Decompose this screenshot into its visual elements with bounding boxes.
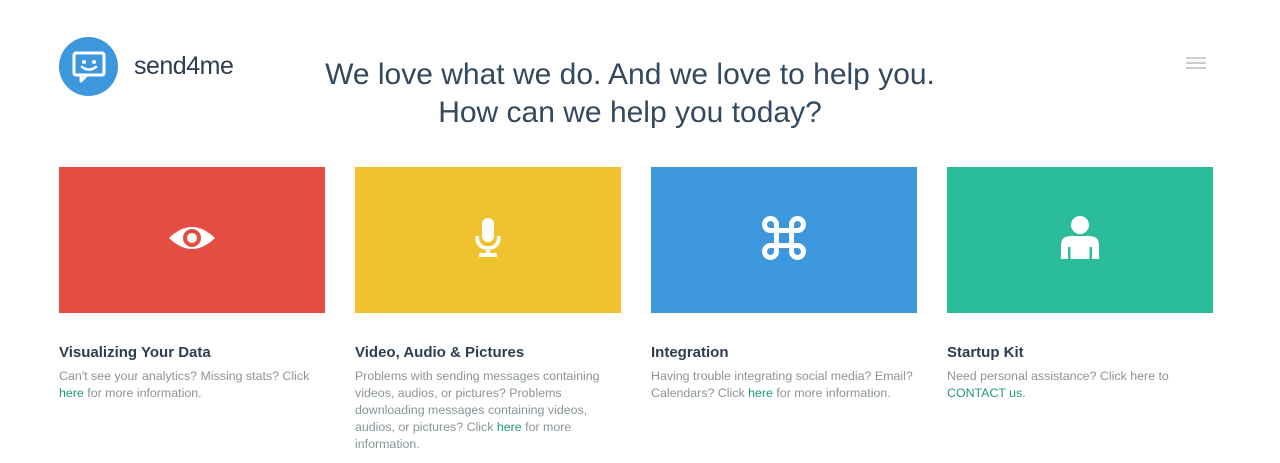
tile-startup-kit[interactable]	[947, 167, 1213, 313]
tile-integration[interactable]	[651, 167, 917, 313]
card-integration: Integration Having trouble integrating s…	[651, 167, 917, 402]
card-startup-kit: Startup Kit Need personal assistance? Cl…	[947, 167, 1213, 402]
chat-bubble-icon	[59, 37, 118, 96]
brand-logo-link[interactable]: send4me	[59, 37, 234, 96]
card-title: Visualizing Your Data	[59, 344, 211, 361]
card-title: Video, Audio & Pictures	[355, 344, 525, 361]
card-link[interactable]: here	[497, 420, 522, 434]
card-title: Integration	[651, 344, 729, 361]
card-description: Need personal assistance? Click here to …	[947, 369, 1169, 400]
card-visualizing-data: Visualizing Your Data Can't see your ana…	[59, 167, 325, 402]
card-title: Startup Kit	[947, 344, 1024, 361]
card-link[interactable]: CONTACT us.	[947, 386, 1026, 400]
brand-name: send4me	[134, 52, 234, 80]
microphone-icon	[473, 217, 503, 264]
headline-line-2: How can we help you today?	[438, 96, 822, 130]
command-key-icon	[761, 215, 807, 266]
tile-visualizing-data[interactable]	[59, 167, 325, 313]
card-description: Having trouble integrating social media?…	[651, 369, 913, 400]
headline-line-1: We love what we do. And we love to help …	[325, 58, 935, 92]
page-headline: We love what we do. And we love to help …	[300, 56, 960, 132]
hamburger-icon[interactable]	[1186, 57, 1206, 73]
card-link[interactable]: here	[59, 386, 84, 400]
card-link[interactable]: here	[748, 386, 773, 400]
card-video-audio-pictures: Video, Audio & Pictures Problems with se…	[355, 167, 621, 453]
card-description: Can't see your analytics? Missing stats?…	[59, 369, 310, 400]
tile-video-audio-pictures[interactable]	[355, 167, 621, 313]
card-description: Problems with sending messages containin…	[355, 369, 600, 451]
eye-icon	[168, 223, 216, 258]
person-icon	[1059, 215, 1101, 266]
